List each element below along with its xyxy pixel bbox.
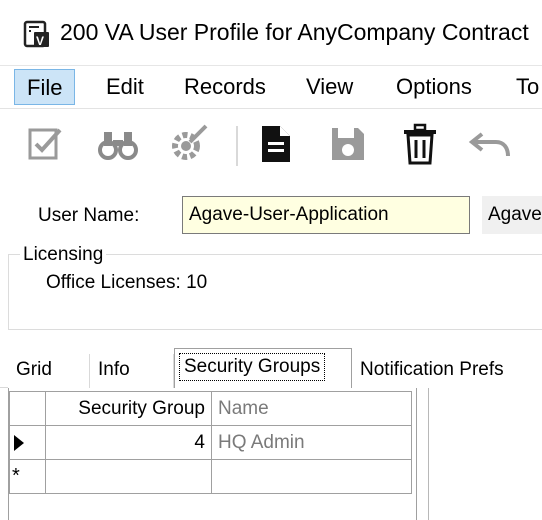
menu-view[interactable]: View	[294, 69, 365, 105]
username-input[interactable]: Agave-User-Application	[182, 196, 470, 234]
user-form: User Name: Agave-User-Application Agave …	[0, 176, 542, 346]
cell-security-group[interactable]: 4	[45, 425, 212, 460]
app-icon: V	[23, 20, 49, 48]
office-licenses-text: Office Licenses: 10	[46, 272, 208, 293]
tab-notification-prefs[interactable]: Notification Prefs	[352, 354, 542, 388]
grid-vertical-line	[428, 388, 429, 520]
menu-records[interactable]: Records	[172, 69, 278, 105]
new-row-indicator[interactable]: *	[9, 459, 46, 494]
username-display-field[interactable]: Agave	[482, 196, 542, 234]
undo-icon[interactable]	[468, 122, 512, 166]
title-bar: V 200 VA User Profile for AnyCompany Con…	[0, 0, 542, 66]
security-groups-grid: Security Group Name 4 HQ Admin *	[9, 391, 412, 494]
menu-edit[interactable]: Edit	[94, 69, 156, 105]
column-header-name[interactable]: Name	[211, 391, 412, 426]
current-row-arrow-icon	[14, 434, 24, 451]
licensing-legend: Licensing	[20, 244, 107, 266]
svg-text:V: V	[36, 34, 44, 48]
new-cell-security-group[interactable]	[45, 459, 212, 494]
tab-security-groups-label: Security Groups	[179, 353, 326, 381]
window-title: 200 VA User Profile for AnyCompany Contr…	[60, 19, 529, 45]
table-row[interactable]: 4 HQ Admin	[9, 425, 412, 460]
tab-grid[interactable]: Grid	[8, 354, 90, 388]
new-document-icon[interactable]	[254, 122, 298, 166]
checklist-icon[interactable]	[24, 122, 68, 166]
toolbar	[0, 110, 542, 176]
tab-strip: Grid Info Security Groups Notification P…	[0, 346, 542, 388]
cell-name[interactable]: HQ Admin	[211, 425, 412, 460]
column-header-security-group[interactable]: Security Group	[45, 391, 212, 426]
current-row-indicator[interactable]	[9, 425, 46, 460]
delete-icon[interactable]	[398, 122, 442, 166]
tab-security-groups[interactable]: Security Groups	[174, 348, 352, 388]
security-groups-panel: Security Group Name 4 HQ Admin *	[0, 388, 542, 520]
grid-empty-area	[416, 388, 542, 520]
save-icon[interactable]	[326, 122, 370, 166]
grid-header-row: Security Group Name	[9, 391, 412, 426]
new-cell-name[interactable]	[211, 459, 412, 494]
menu-file[interactable]: File	[14, 69, 76, 105]
username-label: User Name:	[38, 205, 140, 226]
menu-options[interactable]: Options	[384, 69, 484, 105]
menu-bar: File Edit Records View Options To	[0, 66, 542, 109]
binoculars-icon[interactable]	[96, 122, 140, 166]
new-row[interactable]: *	[9, 459, 412, 494]
edit-gear-icon[interactable]	[166, 122, 210, 166]
row-header-corner	[9, 391, 46, 426]
new-row-marker: *	[12, 465, 20, 487]
menu-tools[interactable]: To	[504, 69, 542, 105]
tab-info[interactable]: Info	[90, 354, 174, 388]
toolbar-separator	[236, 126, 238, 166]
